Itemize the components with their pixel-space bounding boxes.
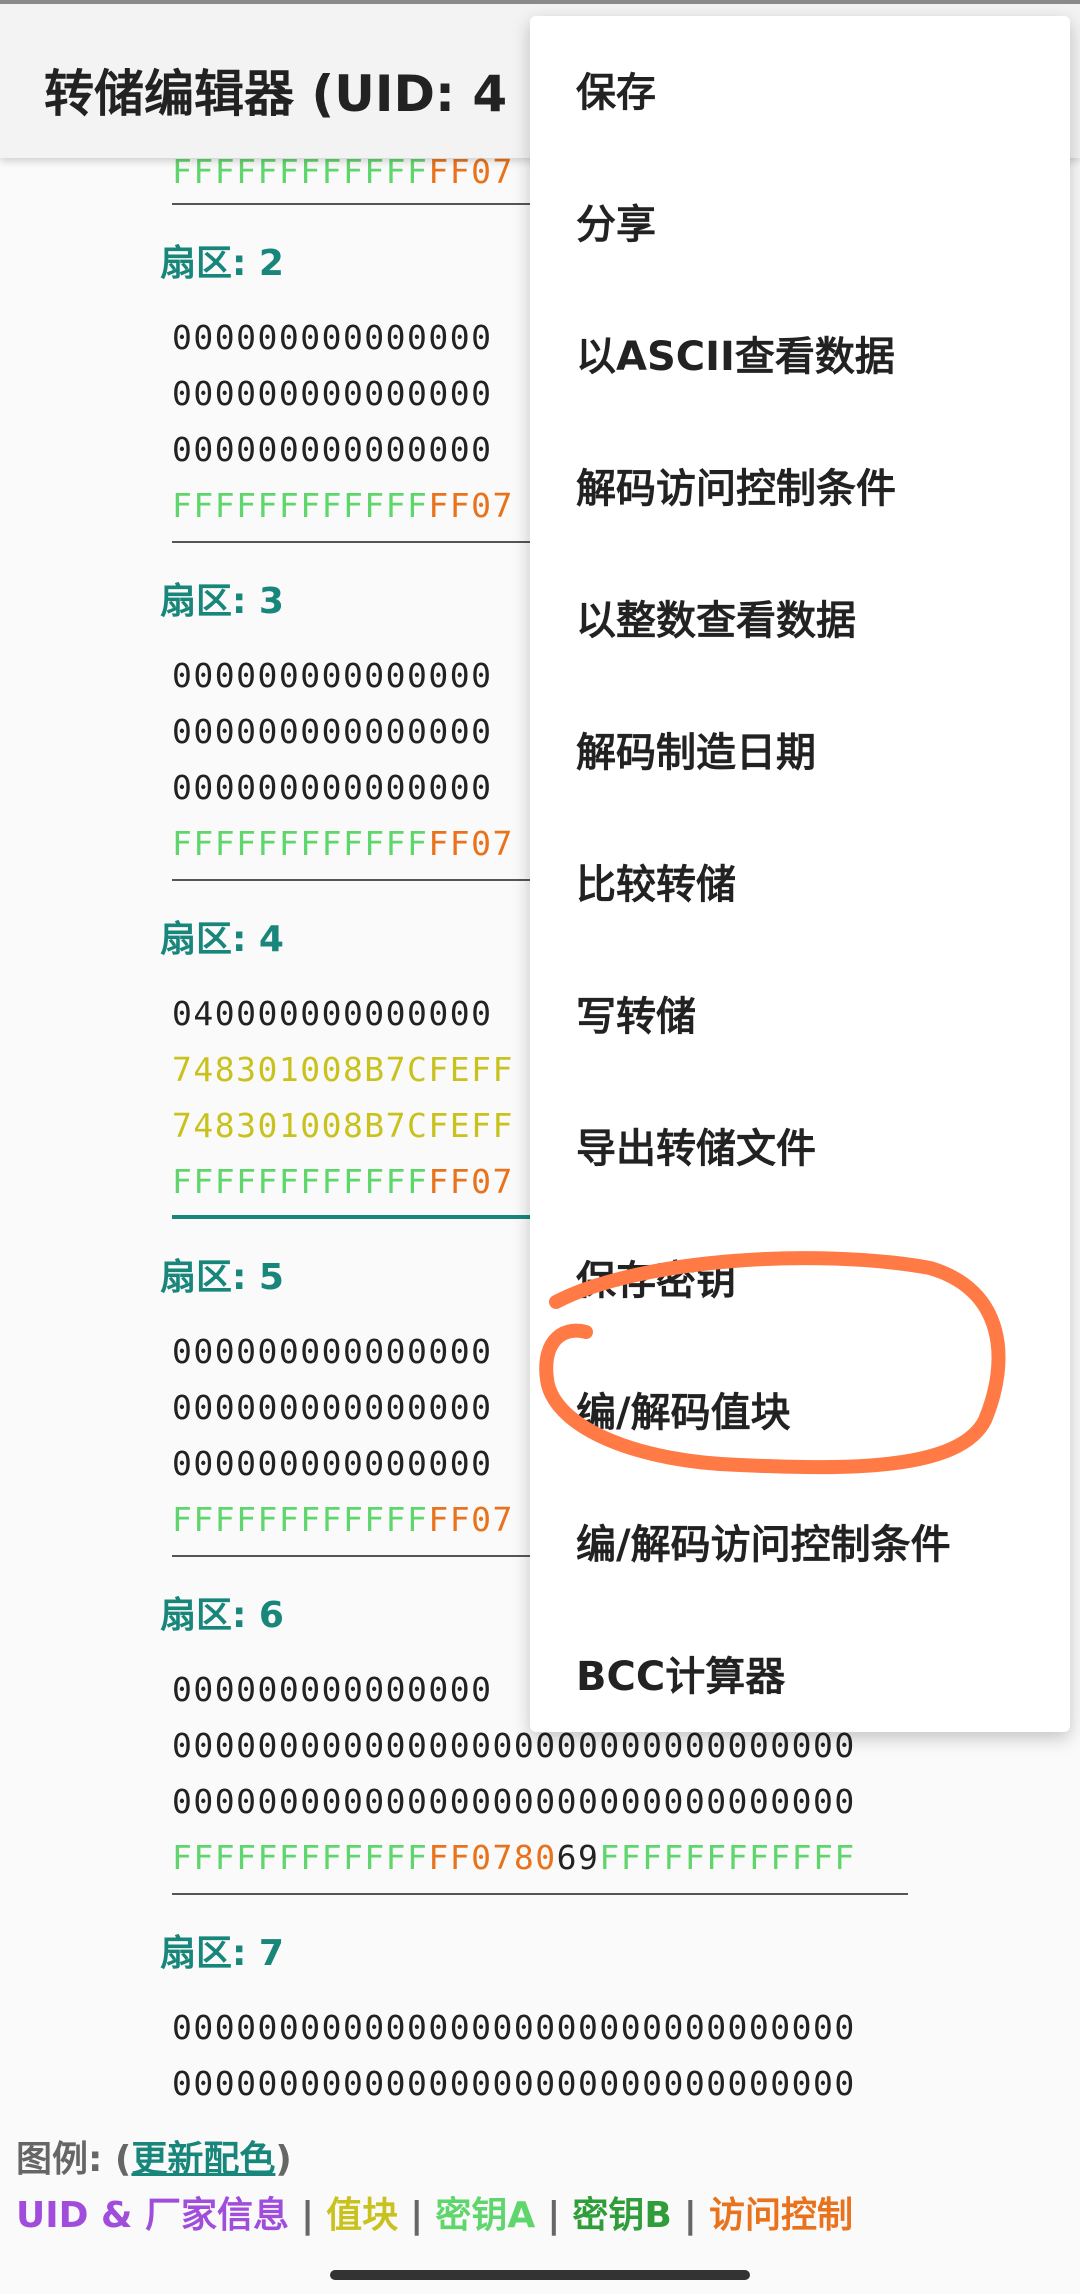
hex-segment: 00000000000000000000000000000000 — [172, 2008, 856, 2047]
menu-item-write-dump[interactable]: 写转储 — [576, 984, 696, 1042]
sector-label: 扇区: 5 — [160, 1257, 284, 1298]
menu-item-compare-dump[interactable]: 比较转储 — [576, 852, 736, 910]
hex-segment: 000000000000000 — [172, 374, 493, 413]
dump-block-row[interactable]: 748301008B7CFEFF — [172, 1050, 514, 1089]
hex-segment: FFFFFFFFFFFF — [172, 1162, 429, 1201]
page-title: 转储编辑器 (UID: 4 — [44, 65, 508, 123]
dump-block-row[interactable]: 748301008B7CFEFF — [172, 1106, 514, 1145]
menu-item-decode-date[interactable]: 解码制造日期 — [576, 720, 816, 778]
dump-block-row[interactable]: 00000000000000000000000000000000 — [172, 2064, 856, 2103]
hex-segment: 000000000000000 — [172, 656, 493, 695]
dump-block-row[interactable]: 040000000000000 — [172, 994, 493, 1033]
menu-item-view-ascii[interactable]: 以ASCII查看数据 — [576, 324, 895, 382]
dump-block-row[interactable]: FFFFFFFFFFFFFF07 — [172, 486, 514, 525]
sector-divider — [172, 1893, 908, 1895]
hex-segment: FFFFFFFFFFFF — [599, 1838, 856, 1877]
hex-segment: 000000000000000 — [172, 1444, 493, 1483]
hex-segment: 00000000000000000000000000000000 — [172, 1782, 856, 1821]
menu-item-share[interactable]: 分享 — [576, 192, 656, 250]
menu-item-bcc-calculator[interactable]: BCC计算器 — [576, 1644, 785, 1702]
dump-block-row[interactable]: 000000000000000 — [172, 318, 493, 357]
hex-segment: FF07 — [428, 1500, 514, 1539]
sector-label: 扇区: 4 — [160, 919, 284, 960]
dump-block-row[interactable]: 00000000000000000000000000000000 — [172, 1782, 856, 1821]
hex-segment: FF07 — [428, 824, 514, 863]
sector-label: 扇区: 6 — [160, 1595, 284, 1636]
sector-label: 扇区: 2 — [160, 243, 284, 284]
hex-segment: FFFFFFFFFFFF — [172, 486, 429, 525]
dump-block-row[interactable]: 000000000000000 — [172, 1388, 493, 1427]
dump-block-row[interactable]: 000000000000000 — [172, 1670, 493, 1709]
hex-segment: 748301008B7CFEFF — [172, 1106, 514, 1145]
hex-segment: FF0780 — [428, 1838, 557, 1877]
hex-segment: 000000000000000 — [172, 1388, 493, 1427]
overflow-menu: 保存 分享 以ASCII查看数据 解码访问控制条件 以整数查看数据 解码制造日期… — [530, 16, 1070, 1732]
dump-block-row[interactable]: FFFFFFFFFFFFFF07 — [172, 1500, 514, 1539]
dump-block-row[interactable]: FFFFFFFFFFFFFF07 — [172, 1162, 514, 1201]
dump-block-row[interactable]: 000000000000000 — [172, 712, 493, 751]
dump-block-row[interactable]: FFFFFFFFFFFFFF078069FFFFFFFFFFFF — [172, 1838, 856, 1877]
sector-label: 扇区: 7 — [160, 1933, 284, 1974]
home-indicator[interactable] — [330, 2270, 750, 2280]
hex-segment: FFFFFFFFFFFF — [172, 824, 429, 863]
dump-block-row[interactable]: 000000000000000 — [172, 768, 493, 807]
dump-block-row[interactable]: 000000000000000 — [172, 1444, 493, 1483]
menu-item-value-block-codec[interactable]: 编/解码值块 — [576, 1380, 791, 1438]
hex-segment: FF07 — [428, 1162, 514, 1201]
menu-item-save-keys[interactable]: 保存密钥 — [576, 1248, 736, 1306]
dump-block-row[interactable]: 000000000000000 — [172, 374, 493, 413]
menu-item-save[interactable]: 保存 — [576, 60, 656, 118]
dump-block-row[interactable]: 000000000000000 — [172, 430, 493, 469]
dump-block-row[interactable]: FFFFFFFFFFFFFF07 — [172, 824, 514, 863]
hex-segment: 69 — [556, 1838, 600, 1877]
hex-segment: 000000000000000 — [172, 768, 493, 807]
hex-segment: FFFFFFFFFFFF — [172, 1838, 429, 1877]
hex-segment: 748301008B7CFEFF — [172, 1050, 514, 1089]
sector-label: 扇区: 3 — [160, 581, 284, 622]
hex-segment: FFFFFFFFFFFF — [172, 1500, 429, 1539]
hex-segment: 000000000000000 — [172, 430, 493, 469]
hex-segment: 00000000000000000000000000000000 — [172, 2064, 856, 2103]
dump-block-row[interactable]: 000000000000000 — [172, 656, 493, 695]
hex-segment: 040000000000000 — [172, 994, 493, 1033]
hex-segment: 000000000000000 — [172, 318, 493, 357]
dump-block-row[interactable]: 000000000000000 — [172, 1332, 493, 1371]
menu-item-export-dump[interactable]: 导出转储文件 — [576, 1116, 816, 1174]
dump-block-row[interactable]: 00000000000000000000000000000000 — [172, 2008, 856, 2047]
menu-item-view-integer[interactable]: 以整数查看数据 — [576, 588, 856, 646]
menu-item-access-conditions-codec[interactable]: 编/解码访问控制条件 — [576, 1512, 951, 1570]
hex-segment: 000000000000000 — [172, 1332, 493, 1371]
hex-segment: FF07 — [428, 486, 514, 525]
menu-item-decode-access-conditions[interactable]: 解码访问控制条件 — [576, 456, 896, 514]
hex-segment: 000000000000000 — [172, 1670, 493, 1709]
hex-segment: 000000000000000 — [172, 712, 493, 751]
